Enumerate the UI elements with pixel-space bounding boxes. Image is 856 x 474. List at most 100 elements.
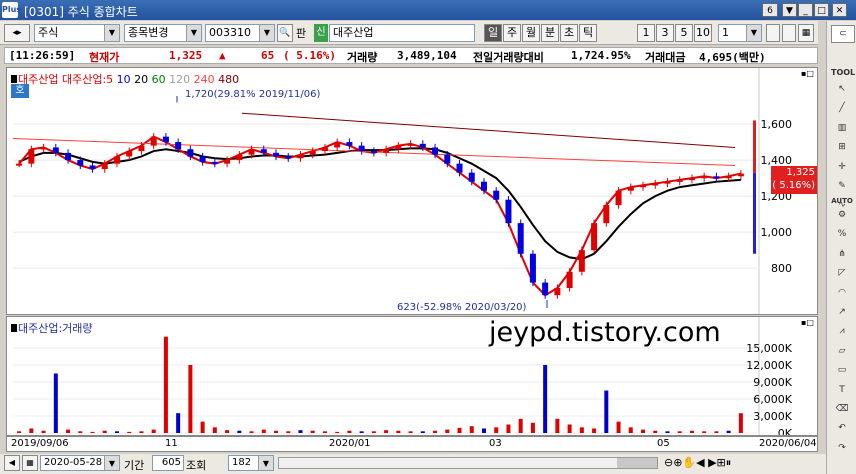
- scrollbar-thumb[interactable]: [617, 458, 657, 468]
- candle-body-0: [16, 163, 23, 166]
- hoga-button[interactable]: 호: [11, 84, 29, 98]
- search-icon[interactable]: 🔍: [277, 24, 293, 42]
- pencil-icon[interactable]: ✎: [831, 178, 853, 194]
- redo-icon[interactable]: ↷: [831, 440, 853, 456]
- period-button-3[interactable]: 분: [541, 24, 559, 42]
- volume-bar-30: [384, 430, 389, 433]
- text-icon[interactable]: T: [831, 382, 853, 398]
- volume-bar-42: [530, 422, 535, 433]
- dropdown-icon[interactable]: ▼: [782, 3, 797, 17]
- eraser-icon[interactable]: ⌫: [831, 401, 853, 417]
- volume-legend-label: 대주산업:거래량: [18, 322, 93, 335]
- collapse-icon[interactable]: ⊂: [831, 25, 855, 43]
- fork-icon[interactable]: ⋔: [831, 246, 853, 262]
- current-price: 1,325: [169, 49, 203, 62]
- zoom-controls[interactable]: ⊖⊕✋◀ ▶⊞⏸: [664, 456, 731, 470]
- maximize-button[interactable]: □: [814, 3, 829, 17]
- x-tick-0: 2019/09/06: [11, 438, 69, 449]
- percent-icon[interactable]: %: [831, 226, 853, 242]
- candle-body-38: [480, 181, 487, 191]
- period-button-2[interactable]: 월: [522, 24, 540, 42]
- chart-scrollbar[interactable]: [278, 457, 658, 469]
- date-input[interactable]: 2020-05-28: [40, 455, 120, 471]
- interval-button-2[interactable]: 5: [675, 24, 693, 42]
- cursor-icon[interactable]: ↖: [831, 81, 853, 97]
- scroll-left-icon[interactable]: ◀: [4, 455, 20, 471]
- channel-icon[interactable]: ▱: [831, 343, 853, 359]
- price-change-pct: ( 5.16%): [283, 49, 336, 62]
- crosshair-icon[interactable]: ✛: [831, 159, 853, 175]
- price-chart-panel[interactable]: 800 1,000 1,200 1,400 1,600 대주산업 대주산업:5 10 2…: [6, 67, 818, 315]
- vol-y-tick-2: 6,000K: [753, 393, 792, 406]
- vol-y-tick-3: 9,000K: [753, 376, 792, 389]
- settings-icon[interactable]: ▦: [798, 24, 814, 42]
- candle-body-37: [468, 172, 475, 182]
- candle-body-26: [334, 142, 341, 148]
- calendar-icon[interactable]: ▦: [22, 455, 38, 471]
- volume-bar-34: [433, 430, 438, 433]
- toolbar: ◂▸ 주식 종목변경 003310 🔍 판 신 대주산업 1 ▦ 일주월분초틱 1…: [0, 21, 818, 45]
- fan-icon[interactable]: ◸: [831, 265, 853, 281]
- volume-bar-51: [641, 429, 646, 433]
- box-icon[interactable]: ▭: [831, 362, 853, 378]
- price-chart[interactable]: 8001,0001,2001,4001,600: [7, 68, 817, 314]
- volume-bar-19: [249, 431, 254, 433]
- interval-button-3[interactable]: 10: [694, 24, 712, 42]
- volume-chart-panel[interactable]: 0K 3,000K 6,000K 9,000K 12,000K 15,000K 대주산업:…: [6, 316, 818, 436]
- period-button-4[interactable]: 초: [560, 24, 578, 42]
- candle-body-5: [77, 160, 84, 166]
- volume-bar-2: [41, 430, 46, 433]
- volume-bar-15: [200, 421, 205, 433]
- minimize-button[interactable]: _: [798, 3, 813, 17]
- period-button-5[interactable]: 틱: [579, 24, 597, 42]
- panel-controls-icon[interactable]: ▪□: [801, 70, 815, 78]
- bar-icon[interactable]: ▥: [831, 120, 853, 136]
- legend-ma240: 240: [193, 73, 215, 86]
- candle-body-46: [578, 250, 585, 272]
- period-button-1[interactable]: 주: [503, 24, 521, 42]
- trend-icon[interactable]: ↗: [831, 304, 853, 320]
- volume-bar-0: [17, 431, 22, 433]
- stock-name-field[interactable]: 대주산업: [329, 24, 475, 42]
- grid-icon[interactable]: ⊞: [831, 139, 853, 155]
- interval-button-1[interactable]: 3: [656, 24, 674, 42]
- undo-icon[interactable]: ↶: [831, 420, 853, 436]
- candle-body-2: [40, 147, 47, 150]
- candle-body-27: [346, 142, 353, 146]
- market-select[interactable]: 주식: [34, 24, 120, 42]
- volume-bar-13: [176, 413, 181, 433]
- period-input[interactable]: 605: [152, 455, 184, 471]
- line-icon[interactable]: ╱: [831, 100, 853, 116]
- query-button[interactable]: 조회: [186, 457, 206, 473]
- volume-bar-6: [90, 431, 95, 433]
- volume-bar-21: [274, 430, 279, 433]
- zigzag-icon[interactable]: ⩘: [831, 323, 853, 339]
- price-legend: 대주산업 대주산업:5 10 20 60 120 240 480: [11, 71, 239, 87]
- candle-body-59: [737, 173, 744, 177]
- volume-panel-controls-icon[interactable]: ▪□: [801, 319, 815, 327]
- period-button-0[interactable]: 일: [484, 24, 502, 42]
- page-indicator[interactable]: 6: [762, 3, 778, 17]
- close-button[interactable]: ✕: [832, 3, 847, 17]
- volume-bar-27: [347, 430, 352, 433]
- interval-button-0[interactable]: 1: [637, 24, 655, 42]
- checkbox-1[interactable]: [766, 24, 780, 42]
- volume-bar-29: [371, 431, 376, 433]
- candle-body-13: [175, 142, 182, 150]
- period-label: 기간: [124, 459, 145, 472]
- checkbox-2[interactable]: [782, 24, 796, 42]
- legend-ma10: 10: [116, 73, 131, 86]
- candle-body-35: [444, 154, 451, 164]
- interval-select[interactable]: 1: [718, 24, 762, 42]
- price-range-down-bar: [753, 172, 756, 254]
- window-title: [0301] 주식 종합차트: [24, 5, 138, 19]
- volume-bar-18: [237, 430, 242, 433]
- count-select[interactable]: 182: [228, 455, 274, 471]
- nav-arrows-button[interactable]: ◂▸: [4, 24, 30, 42]
- arc-icon[interactable]: ◠: [831, 285, 853, 301]
- candle-body-47: [591, 223, 598, 251]
- mode-select[interactable]: 종목변경: [124, 24, 202, 42]
- candle-body-9: [126, 151, 133, 157]
- stock-code-input[interactable]: 003310: [205, 24, 275, 42]
- auto-icon[interactable]: ⚙: [831, 207, 853, 223]
